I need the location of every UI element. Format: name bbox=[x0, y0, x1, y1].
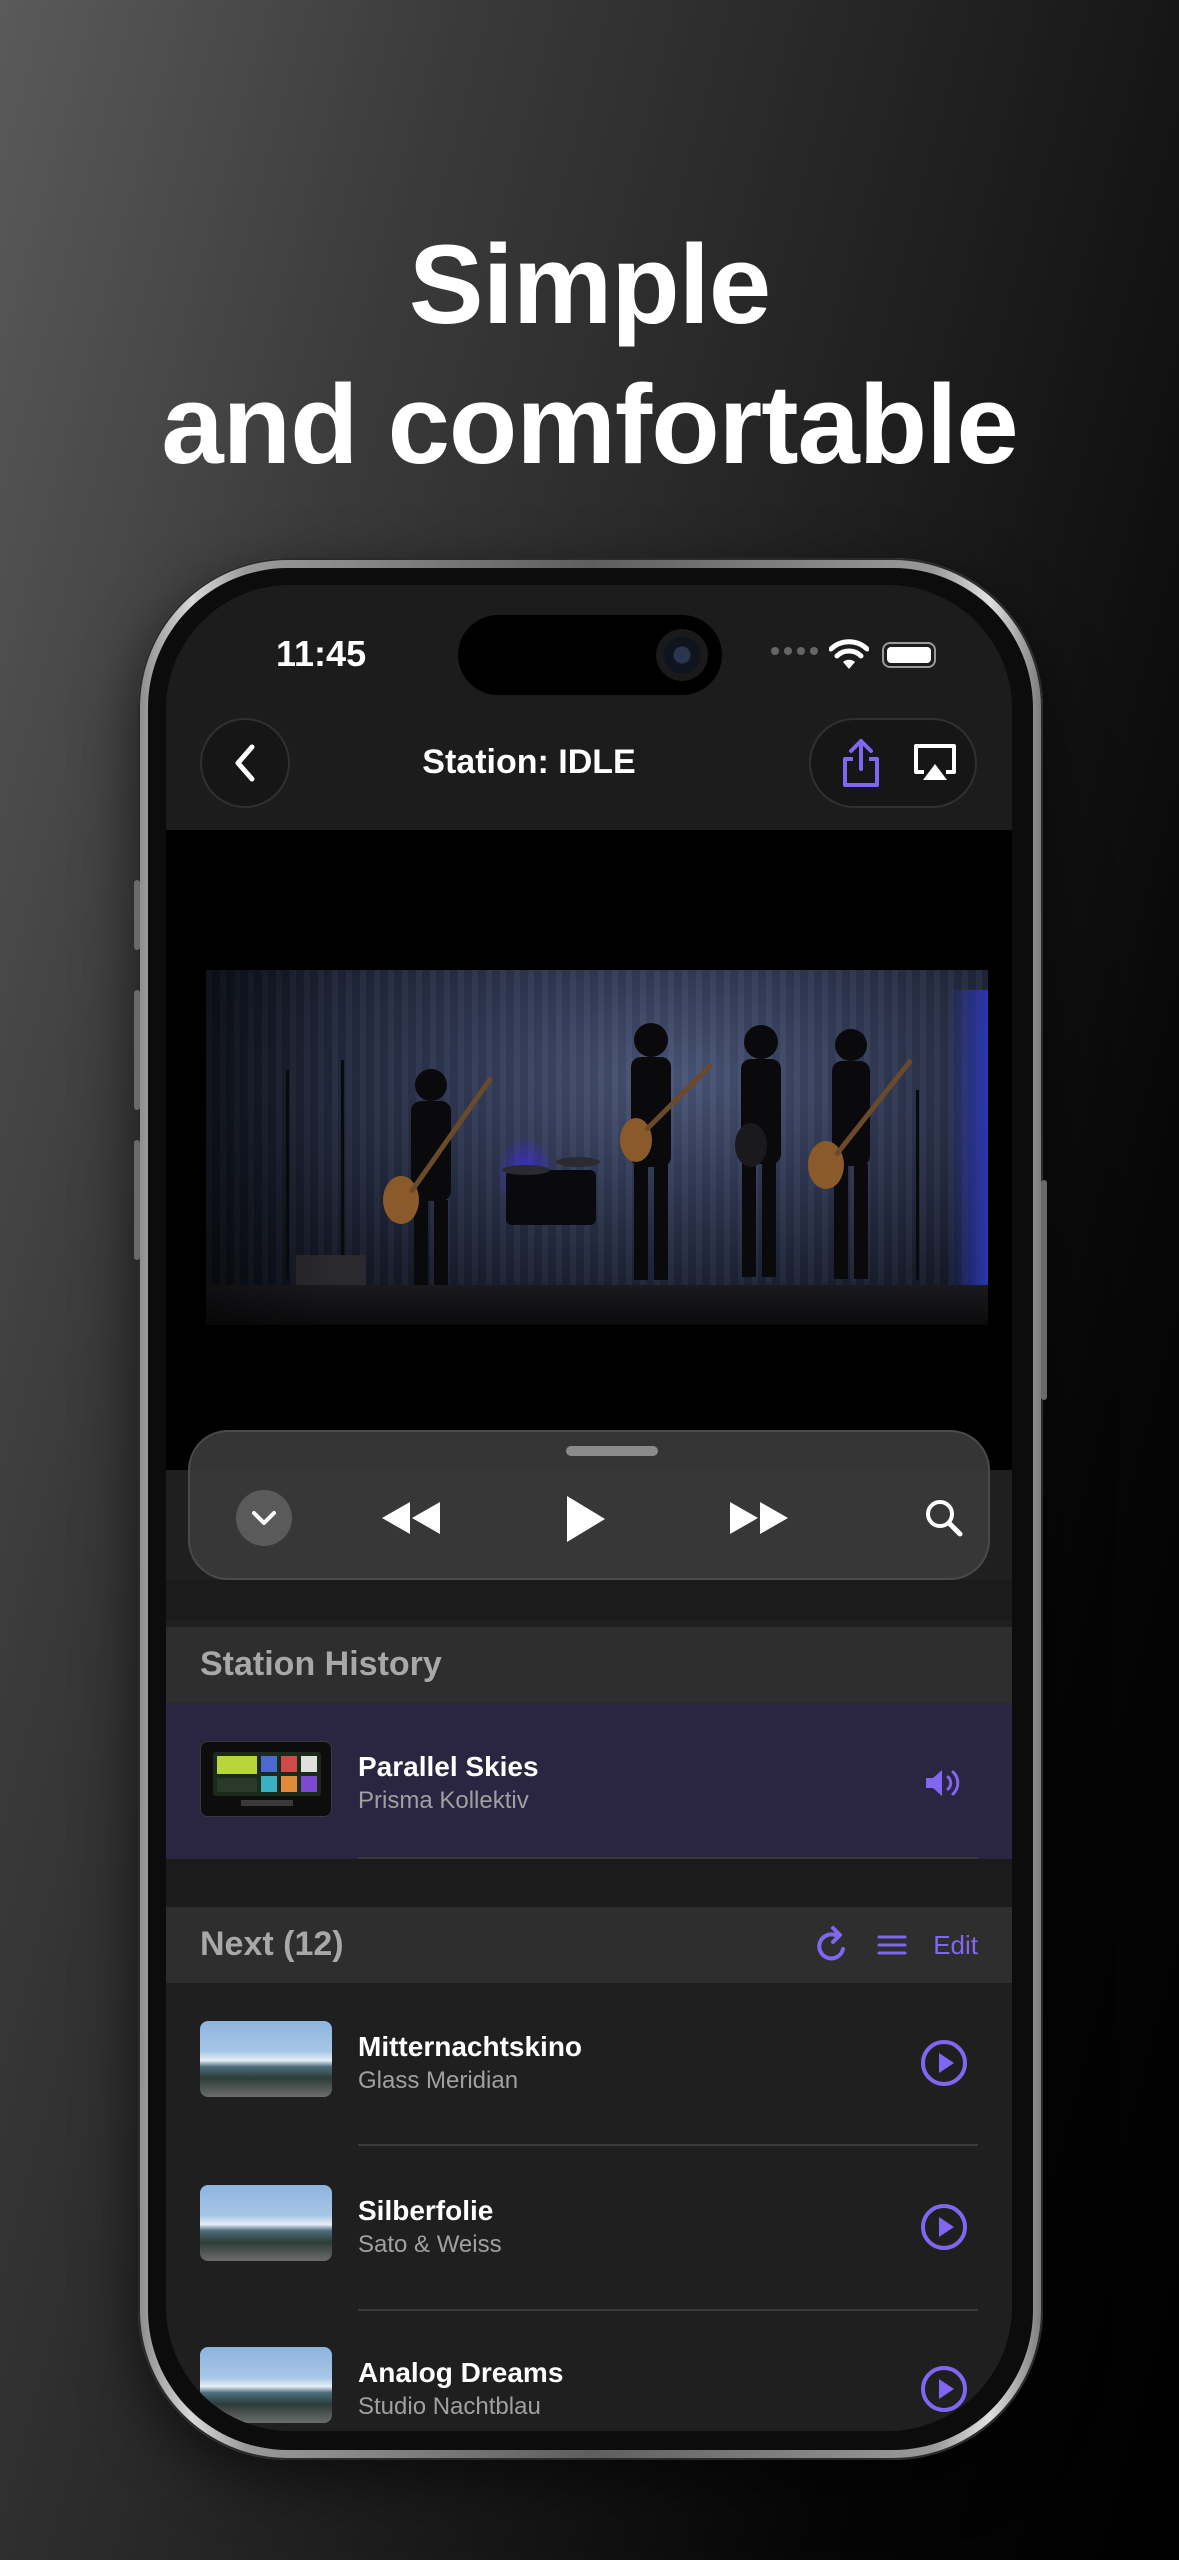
playback-controls bbox=[188, 1430, 990, 1580]
video-player[interactable] bbox=[166, 830, 1012, 1470]
play-circle-icon bbox=[921, 2204, 967, 2250]
back-button[interactable] bbox=[200, 718, 290, 808]
phone-volume-down bbox=[134, 1140, 140, 1260]
play-button[interactable] bbox=[550, 1484, 620, 1554]
spacer bbox=[166, 1859, 1012, 1907]
promo-headline: Simple and comfortable bbox=[0, 215, 1179, 495]
camera-icon bbox=[656, 629, 708, 681]
share-button[interactable] bbox=[831, 733, 891, 793]
track-title: Analog Dreams bbox=[358, 2357, 564, 2388]
thumbnail-image bbox=[201, 1742, 331, 1816]
speaker-icon bbox=[926, 1770, 960, 1796]
track-thumbnail bbox=[200, 2021, 332, 2097]
repeat-icon[interactable] bbox=[815, 1925, 851, 1965]
now-playing-indicator bbox=[916, 1755, 972, 1811]
nav-title: Station: IDLE bbox=[422, 743, 636, 781]
track-artist: Studio Nachtblau bbox=[358, 2393, 541, 2420]
status-bar: 11:45 bbox=[166, 585, 1012, 715]
queue-row[interactable]: Analog Dreams Studio Nachtblau bbox=[166, 2309, 1012, 2431]
headline-line-1: Simple bbox=[408, 222, 771, 347]
queue-row[interactable]: Mitternachtskino Glass Meridian bbox=[166, 1983, 1012, 2143]
phone-action-button bbox=[134, 880, 140, 950]
collapse-button[interactable] bbox=[236, 1490, 292, 1546]
chevron-down-icon bbox=[252, 1511, 276, 1525]
track-title: Mitternachtskino bbox=[358, 2031, 583, 2062]
cellular-signal-icon bbox=[771, 647, 818, 655]
dynamic-island bbox=[458, 615, 722, 695]
rewind-button[interactable] bbox=[376, 1488, 446, 1548]
drag-handle[interactable] bbox=[566, 1446, 658, 1456]
play-circle-icon bbox=[921, 2366, 967, 2412]
play-circle-icon bbox=[921, 2040, 967, 2086]
queue-row[interactable]: Silberfolie Sato & Weiss bbox=[166, 2147, 1012, 2307]
history-header: Station History bbox=[166, 1627, 1012, 1703]
airplay-button[interactable] bbox=[905, 733, 965, 793]
track-artist: Prisma Kollektiv bbox=[358, 1787, 529, 1814]
share-icon bbox=[843, 739, 879, 787]
next-header: Next (12) Edit bbox=[166, 1907, 1012, 1983]
track-title: Parallel Skies bbox=[358, 1751, 539, 1782]
next-title: Next (12) bbox=[200, 1925, 344, 1963]
chevron-left-icon bbox=[235, 744, 255, 782]
play-icon bbox=[567, 1496, 605, 1542]
battery-icon bbox=[882, 642, 936, 668]
track-thumbnail bbox=[200, 2347, 332, 2423]
track-title: Silberfolie bbox=[358, 2195, 494, 2226]
phone-volume-up bbox=[134, 990, 140, 1110]
search-icon bbox=[926, 1500, 963, 1537]
play-track-button[interactable] bbox=[916, 2035, 972, 2091]
list-icon[interactable] bbox=[877, 1934, 907, 1956]
phone-side-button bbox=[1041, 1180, 1047, 1400]
phone-screen: 11:45 Station: IDLE Station History Para… bbox=[166, 585, 1012, 2431]
play-track-button[interactable] bbox=[916, 2361, 972, 2417]
rewind-icon bbox=[382, 1502, 440, 1534]
wifi-icon bbox=[829, 639, 869, 669]
airplay-icon bbox=[914, 744, 956, 780]
track-thumbnail bbox=[200, 2185, 332, 2261]
history-row[interactable]: Parallel Skies Prisma Kollektiv bbox=[166, 1703, 1012, 1859]
play-track-button[interactable] bbox=[916, 2199, 972, 2255]
row-divider bbox=[358, 2144, 978, 2146]
status-time: 11:45 bbox=[276, 633, 367, 674]
search-button[interactable] bbox=[914, 1488, 974, 1548]
track-thumbnail bbox=[200, 1741, 332, 1817]
spacer bbox=[166, 1580, 1012, 1620]
fast-forward-button[interactable] bbox=[724, 1488, 794, 1548]
history-title: Station History bbox=[200, 1645, 442, 1683]
track-artist: Sato & Weiss bbox=[358, 2231, 502, 2258]
track-artist: Glass Meridian bbox=[358, 2067, 519, 2094]
fast-forward-icon bbox=[730, 1502, 788, 1534]
headline-line-2: and comfortable bbox=[161, 362, 1018, 487]
next-actions: Edit bbox=[815, 1925, 978, 1965]
edit-button[interactable]: Edit bbox=[933, 1930, 978, 1961]
